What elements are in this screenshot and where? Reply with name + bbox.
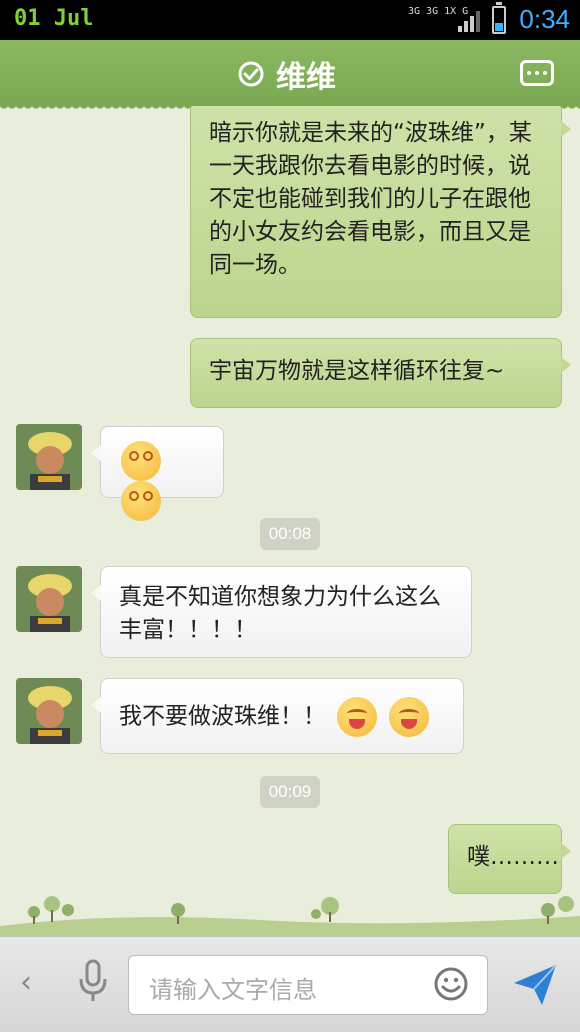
message-bubble-sent[interactable]: 噗………	[448, 824, 571, 894]
signal-icon	[458, 11, 480, 32]
microphone-icon[interactable]	[78, 959, 108, 1003]
status-date: 01 Jul	[14, 6, 94, 31]
message-text: 宇宙万物就是这样循环往复~	[209, 358, 505, 384]
crying-face-emoji	[388, 697, 429, 737]
message-bubble-received[interactable]: 我不要做波珠维！！	[91, 678, 464, 754]
chat-title: 维维	[276, 60, 336, 95]
message-bubble-sent[interactable]: 暗示你就是未来的“波珠维”，某一天我跟你去看电影的时候，说不定也能碰到我们的儿子…	[190, 106, 571, 318]
message-input-bar: ‹ 请输入文字信息	[0, 936, 580, 1032]
message-bubble-received[interactable]	[91, 426, 224, 521]
avatar[interactable]	[16, 424, 82, 490]
background-scenery	[0, 896, 580, 936]
timestamp-divider: 00:09	[260, 776, 320, 808]
check-circle-icon	[238, 61, 264, 87]
status-bar: 01 Jul 3G 3G 1X G 0:34	[0, 0, 580, 40]
smiley-icon[interactable]	[434, 967, 468, 1001]
avatar[interactable]	[16, 678, 82, 744]
dizzy-face-emoji	[121, 481, 161, 521]
message-text: 真是不知道你想象力为什么这么丰富！！！！	[119, 584, 441, 643]
chevron-left-icon[interactable]: ‹	[20, 965, 32, 1000]
timestamp-divider: 00:08	[260, 518, 320, 550]
message-text: 暗示你就是未来的“波珠维”，某一天我跟你去看电影的时候，说不定也能碰到我们的儿子…	[209, 120, 532, 278]
chat-header: 维维	[0, 40, 580, 112]
dizzy-face-emoji	[121, 441, 161, 481]
send-arrow-icon[interactable]	[512, 963, 558, 1007]
message-text: 噗………	[467, 844, 559, 870]
avatar[interactable]	[16, 566, 82, 632]
avatar-image	[16, 424, 82, 490]
message-bubble-received[interactable]: 真是不知道你想象力为什么这么丰富！！！！	[91, 566, 472, 658]
more-dots-icon[interactable]	[520, 60, 554, 86]
crying-face-emoji	[337, 697, 378, 737]
message-text: 我不要做波珠维！！	[119, 703, 326, 730]
chat-title-group: 维维	[238, 56, 336, 95]
battery-icon	[492, 2, 506, 34]
chat-message-list[interactable]: 暗示你就是未来的“波珠维”，某一天我跟你去看电影的时候，说不定也能碰到我们的儿子…	[0, 106, 580, 936]
message-bubble-sent[interactable]: 宇宙万物就是这样循环往复~	[190, 338, 571, 408]
status-time: 0:34	[519, 4, 570, 34]
